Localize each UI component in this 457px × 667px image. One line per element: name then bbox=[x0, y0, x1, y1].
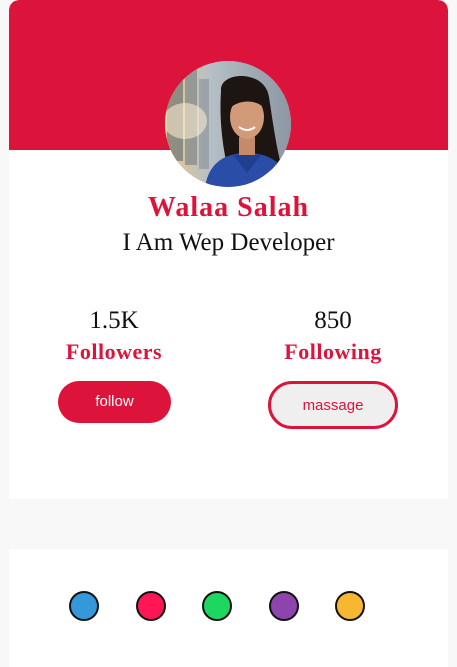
profile-role: I Am Wep Developer bbox=[122, 229, 335, 256]
followers-count: 1.5K bbox=[89, 307, 139, 334]
color-swatch-purple[interactable] bbox=[269, 591, 299, 621]
followers-stat: 1.5K Followers bbox=[34, 306, 194, 368]
message-button[interactable]: massage bbox=[268, 381, 398, 429]
color-swatch-green[interactable] bbox=[202, 591, 232, 621]
followers-label: Followers bbox=[65, 339, 163, 364]
profile-name: Walaa Salah bbox=[147, 192, 310, 223]
color-swatch-blue[interactable] bbox=[69, 591, 99, 621]
color-swatch-pink[interactable] bbox=[136, 591, 166, 621]
profile-card: Walaa Salah I Am Wep Developer 1.5K Foll… bbox=[9, 0, 448, 499]
following-label: Following bbox=[284, 339, 382, 364]
following-count: 850 bbox=[314, 307, 352, 334]
follow-button[interactable]: follow bbox=[58, 381, 171, 423]
color-swatch-orange[interactable] bbox=[335, 591, 365, 621]
color-swatch-panel bbox=[9, 549, 448, 667]
avatar bbox=[165, 61, 291, 187]
following-stat: 850 Following bbox=[253, 306, 413, 368]
